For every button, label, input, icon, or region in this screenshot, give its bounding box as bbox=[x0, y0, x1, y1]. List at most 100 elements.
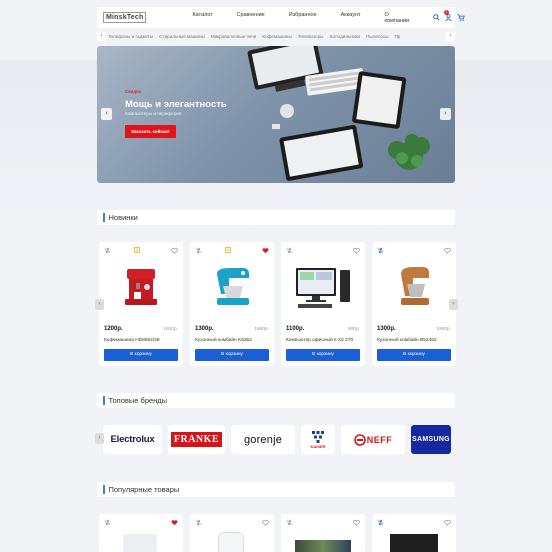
add-to-cart-button[interactable]: В корзину bbox=[286, 349, 360, 361]
product-price: 1300р. bbox=[377, 326, 396, 332]
category-bar: ‹ Телефоны и гаджеты Стиральные машины М… bbox=[97, 31, 455, 42]
nav-compare[interactable]: Сравнение bbox=[236, 12, 264, 24]
product-price: 1300р. bbox=[195, 326, 214, 332]
product-name[interactable]: Кофемашина HD8654/39 bbox=[104, 338, 160, 343]
popular-products-heading: Популярные товары bbox=[97, 482, 455, 497]
stand-mixer-icon bbox=[198, 257, 266, 317]
compare-icon[interactable] bbox=[286, 247, 293, 254]
heart-icon[interactable] bbox=[444, 247, 451, 254]
compare-icon[interactable] bbox=[195, 519, 202, 526]
heart-filled-icon[interactable] bbox=[262, 247, 269, 254]
heading-accent-bar bbox=[103, 485, 105, 494]
product-card[interactable] bbox=[281, 514, 365, 552]
product-card[interactable]: 1100р. 900р. Компьютер офисный II X2 270… bbox=[281, 242, 365, 366]
neff-circle-icon bbox=[353, 433, 366, 446]
category-next-button[interactable]: › bbox=[446, 32, 455, 41]
brand-logo-kaiser[interactable]: KAISER bbox=[301, 425, 335, 454]
category-item[interactable]: Стиральные машины bbox=[159, 34, 205, 39]
product-image bbox=[295, 540, 351, 552]
banner-prev-button[interactable]: ‹ bbox=[101, 108, 112, 120]
header-icons bbox=[433, 14, 465, 21]
heart-icon[interactable] bbox=[171, 247, 178, 254]
product-card[interactable]: 1300р. 1900р. Кухонный комбайн K6352 В к… bbox=[190, 242, 274, 366]
brands-prev-button[interactable]: ‹ bbox=[95, 433, 104, 444]
order-now-button[interactable]: Заказать сейчас! bbox=[125, 125, 176, 138]
product-image bbox=[218, 532, 244, 552]
brand-logo-neff[interactable]: NEFF bbox=[341, 425, 405, 454]
category-item[interactable]: Телефоны и гаджеты bbox=[108, 34, 153, 39]
category-item[interactable]: Телевизоры bbox=[298, 34, 324, 39]
product-card[interactable] bbox=[99, 514, 183, 552]
section-title: Новинки bbox=[108, 213, 138, 222]
add-to-cart-button[interactable]: В корзину bbox=[104, 349, 178, 361]
edit-icon[interactable] bbox=[134, 247, 140, 253]
edit-icon[interactable] bbox=[225, 247, 231, 253]
product-name[interactable]: Кухонный комбайн B52452 bbox=[377, 338, 437, 343]
nav-about[interactable]: О компании bbox=[385, 12, 410, 24]
product-image bbox=[123, 534, 157, 552]
product-old-price: 900р. bbox=[347, 327, 360, 332]
banner-sale-tag: Скидки bbox=[125, 89, 142, 94]
popular-products-carousel bbox=[99, 514, 457, 552]
desktop-pc-icon bbox=[289, 257, 357, 317]
brand-logo-samsung[interactable]: SAMSUNG bbox=[411, 425, 451, 454]
hero-banner: Скидки Мощь и элегантность Компьютеры и … bbox=[97, 46, 455, 183]
product-old-price: 1900р. bbox=[254, 327, 269, 332]
product-old-price: 1900р. bbox=[436, 327, 451, 332]
category-item[interactable]: Пылесосы bbox=[366, 34, 388, 39]
nav-account[interactable]: Аккаунт bbox=[341, 12, 361, 24]
category-prev-button[interactable]: ‹ bbox=[97, 32, 106, 41]
product-card[interactable]: 1200р. 1600р. Кофемашина HD8654/39 В кор… bbox=[99, 242, 183, 366]
kaiser-emblem-icon bbox=[312, 431, 324, 443]
coffee-machine-icon bbox=[107, 257, 175, 317]
site-logo[interactable]: MinskTech bbox=[103, 12, 147, 23]
category-item[interactable]: Пр bbox=[394, 34, 400, 39]
nav-favorites[interactable]: Избранное bbox=[289, 12, 317, 24]
product-card[interactable] bbox=[372, 514, 456, 552]
banner-title: Мощь и элегантность bbox=[125, 99, 227, 110]
heart-icon[interactable] bbox=[444, 519, 451, 526]
cart-count-badge: 1 bbox=[444, 10, 449, 15]
new-products-heading: Новинки bbox=[97, 210, 455, 225]
category-item[interactable]: Кофемашины bbox=[262, 34, 291, 39]
heart-icon[interactable] bbox=[353, 247, 360, 254]
product-card[interactable]: 1300р. 1900р. Кухонный комбайн B52452 В … bbox=[372, 242, 456, 366]
brand-logo-gorenje[interactable]: gorenje bbox=[231, 425, 295, 454]
product-price: 1100р. bbox=[286, 326, 305, 332]
main-nav: Каталог Сравнение Избранное Аккаунт О ко… bbox=[192, 12, 433, 24]
heart-filled-icon[interactable] bbox=[171, 519, 178, 526]
product-price: 1200р. bbox=[104, 326, 123, 332]
compare-icon[interactable] bbox=[104, 247, 111, 254]
products-next-button[interactable]: › bbox=[449, 299, 458, 310]
brand-logo-electrolux[interactable]: Electrolux bbox=[103, 425, 162, 454]
compare-icon[interactable] bbox=[104, 519, 111, 526]
compare-icon[interactable] bbox=[377, 519, 384, 526]
brands-carousel: Electrolux FRANKE gorenje KAISER NEFF SA… bbox=[103, 425, 455, 454]
search-icon[interactable] bbox=[433, 14, 440, 21]
compare-icon[interactable] bbox=[286, 519, 293, 526]
category-list: Телефоны и гаджеты Стиральные машины Мик… bbox=[108, 34, 444, 39]
category-item[interactable]: Холодильники bbox=[329, 34, 360, 39]
stand-mixer-icon bbox=[380, 257, 448, 317]
add-to-cart-button[interactable]: В корзину bbox=[377, 349, 451, 361]
site-header: MinskTech Каталог Сравнение Избранное Ак… bbox=[97, 7, 465, 28]
banner-next-button[interactable]: › bbox=[440, 108, 451, 120]
nav-catalog[interactable]: Каталог bbox=[192, 12, 212, 24]
compare-icon[interactable] bbox=[195, 247, 202, 254]
products-prev-button[interactable]: ‹ bbox=[95, 299, 104, 310]
brand-logo-franke[interactable]: FRANKE bbox=[168, 425, 225, 454]
heart-icon[interactable] bbox=[262, 519, 269, 526]
compare-icon[interactable] bbox=[377, 247, 384, 254]
banner-subtitle: Компьютеры и периферия bbox=[125, 111, 182, 116]
category-item[interactable]: Микроволновые печи bbox=[211, 34, 257, 39]
product-card[interactable] bbox=[190, 514, 274, 552]
cart-icon[interactable] bbox=[457, 14, 465, 21]
add-to-cart-button[interactable]: В корзину bbox=[195, 349, 269, 361]
user-icon[interactable] bbox=[445, 14, 452, 21]
heading-accent-bar bbox=[103, 213, 105, 222]
product-name[interactable]: Кухонный комбайн K6352 bbox=[195, 338, 252, 343]
new-products-carousel: 1200р. 1600р. Кофемашина HD8654/39 В кор… bbox=[99, 242, 457, 366]
product-old-price: 1600р. bbox=[163, 327, 178, 332]
heart-icon[interactable] bbox=[353, 519, 360, 526]
product-name[interactable]: Компьютер офисный II X2 270 bbox=[286, 338, 353, 343]
